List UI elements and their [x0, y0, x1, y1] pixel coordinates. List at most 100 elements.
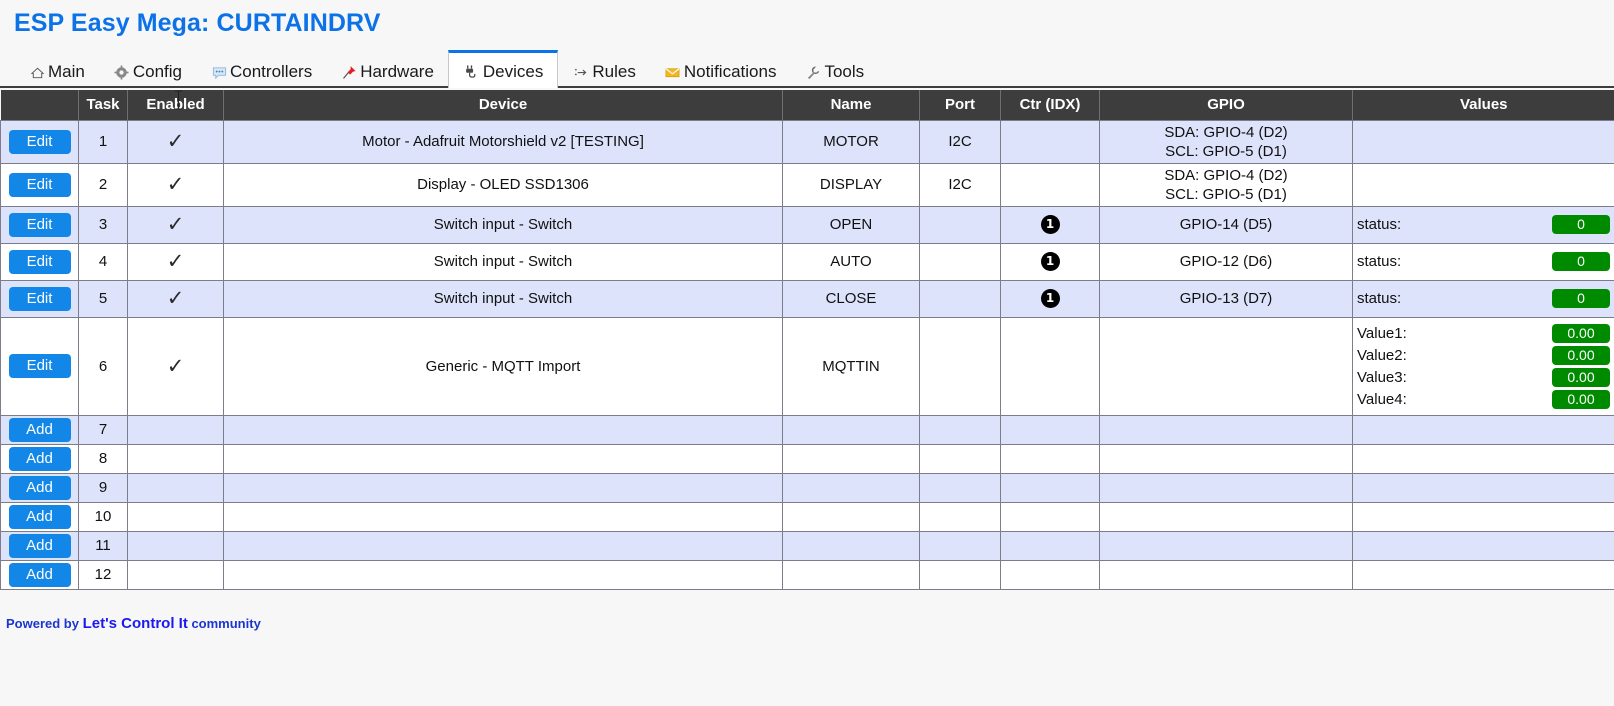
value-label: Value3: [1357, 368, 1407, 386]
add-button[interactable]: Add [8, 417, 71, 442]
cell-gpio: GPIO-12 (D6) [1099, 242, 1353, 281]
table-row: Edit 2 ✓ Display - OLED SSD1306 DISPLAY I2C SD… [0, 162, 1614, 207]
cell-enabled: ✓ [127, 242, 224, 281]
pin-icon [340, 63, 358, 81]
cell-enabled [127, 443, 224, 474]
cell-ctr-idx [1000, 316, 1100, 416]
cell-device: Switch input - Switch [223, 205, 783, 244]
cell-port [919, 316, 1001, 416]
cell-action: Add [0, 414, 79, 445]
value-badge: 0.00 [1552, 323, 1610, 343]
lets-control-it-link[interactable]: Let's Control It [83, 615, 188, 632]
value-row: Value2: 0.00 [1357, 344, 1610, 366]
add-button[interactable]: Add [8, 562, 71, 587]
cell-enabled: ✓ [127, 205, 224, 244]
tab-devices[interactable]: Devices [447, 50, 559, 88]
tab-label: Rules [592, 62, 636, 81]
footer-suffix: community [191, 616, 261, 631]
tab-hardware[interactable]: Hardware [326, 56, 448, 88]
cell-port [919, 530, 1001, 561]
edit-button[interactable]: Edit [8, 129, 71, 154]
add-button[interactable]: Add [8, 504, 71, 529]
footer-prefix: Powered by [6, 616, 79, 631]
cell-enabled: ✓ [127, 279, 224, 318]
check-icon: ✓ [166, 172, 185, 196]
cell-name [782, 559, 920, 590]
cell-port [919, 443, 1001, 474]
tab-label: Main [48, 62, 85, 81]
gpio-line: GPIO-14 (D5) [1179, 216, 1273, 233]
cell-values [1352, 472, 1614, 503]
cell-task: 11 [78, 530, 128, 561]
cell-values: status: 0 [1352, 205, 1614, 244]
add-button[interactable]: Add [8, 446, 71, 471]
gpio-line: GPIO-13 (D7) [1179, 290, 1273, 307]
controller-index-badge: 1 [1040, 215, 1060, 234]
cell-name: DISPLAY [782, 162, 920, 207]
table-row: Add 11 [0, 530, 1614, 561]
cell-gpio [1099, 472, 1353, 503]
cell-task: 8 [78, 443, 128, 474]
cell-enabled: ✓ [127, 316, 224, 416]
cell-enabled [127, 559, 224, 590]
cell-gpio: SDA: GPIO-4 (D2) SCL: GPIO-5 (D1) [1099, 162, 1353, 207]
cell-task: 1 [78, 119, 128, 164]
column-header-enabled: Enabled [127, 90, 224, 120]
edit-button[interactable]: Edit [8, 212, 71, 237]
add-button[interactable]: Add [8, 475, 71, 500]
cell-action: Add [0, 472, 79, 503]
tab-notifications[interactable]: Notifications [650, 56, 791, 88]
table-row: Edit 5 ✓ Switch input - Switch CLOSE 1 GPIO-13… [0, 279, 1614, 318]
tab-main[interactable]: Main [14, 56, 99, 88]
edit-button[interactable]: Edit [8, 172, 71, 197]
value-row: status: 0 [1357, 288, 1610, 310]
cell-action: Edit [0, 119, 79, 164]
cell-port [919, 414, 1001, 445]
cell-device: Switch input - Switch [223, 242, 783, 281]
table-row: Add 10 [0, 501, 1614, 532]
cell-device [223, 501, 783, 532]
cell-ctr-idx [1000, 472, 1100, 503]
cell-gpio [1099, 316, 1353, 416]
add-button[interactable]: Add [8, 533, 71, 558]
edit-button[interactable]: Edit [8, 286, 71, 311]
edit-button[interactable]: Edit [8, 249, 71, 274]
cell-enabled [127, 472, 224, 503]
cell-task: 9 [78, 472, 128, 503]
check-icon: ✓ [166, 249, 185, 273]
tab-rules[interactable]: Rules [558, 56, 649, 88]
cell-device [223, 443, 783, 474]
cell-values [1352, 162, 1614, 207]
cell-enabled [127, 530, 224, 561]
tab-config[interactable]: Config [99, 56, 196, 88]
esp-easy-devices-page: ESP Easy Mega: CURTAINDRV Main Config Cont… [0, 0, 1614, 706]
cell-port [919, 279, 1001, 318]
cell-gpio [1099, 559, 1353, 590]
cell-action: Edit [0, 316, 79, 416]
tab-tools[interactable]: Tools [790, 56, 878, 88]
value-label: Value4: [1357, 390, 1407, 408]
cell-gpio [1099, 501, 1353, 532]
value-row: Value4: 0.00 [1357, 388, 1610, 410]
cell-gpio: SDA: GPIO-4 (D2) SCL: GPIO-5 (D1) [1099, 119, 1353, 164]
table-body: Edit 1 ✓ Motor - Adafruit Motorshield v2 [T… [0, 119, 1614, 590]
value-badge: 0.00 [1552, 367, 1610, 387]
page-title: ESP Easy Mega: CURTAINDRV [14, 9, 381, 37]
cell-port: I2C [919, 162, 1001, 207]
table-row: Edit 3 ✓ Switch input - Switch OPEN 1 GPIO-14 … [0, 205, 1614, 244]
edit-button[interactable]: Edit [8, 354, 71, 378]
column-header-name: Name [782, 90, 920, 120]
cell-gpio [1099, 530, 1353, 561]
check-icon: ✓ [166, 353, 185, 378]
devices-table: Task Enabled Device Name Port Ctr (IDX) GPIO Va… [0, 90, 1614, 590]
gpio-line: GPIO-12 (D6) [1179, 253, 1273, 270]
cell-ctr-idx [1000, 501, 1100, 532]
cell-enabled [127, 414, 224, 445]
cell-task: 2 [78, 162, 128, 207]
value-badge: 0 [1552, 215, 1610, 234]
cell-gpio: GPIO-13 (D7) [1099, 279, 1353, 318]
tab-controllers[interactable]: Controllers [196, 56, 326, 88]
cell-name: OPEN [782, 205, 920, 244]
cell-port [919, 501, 1001, 532]
cell-values [1352, 119, 1614, 164]
